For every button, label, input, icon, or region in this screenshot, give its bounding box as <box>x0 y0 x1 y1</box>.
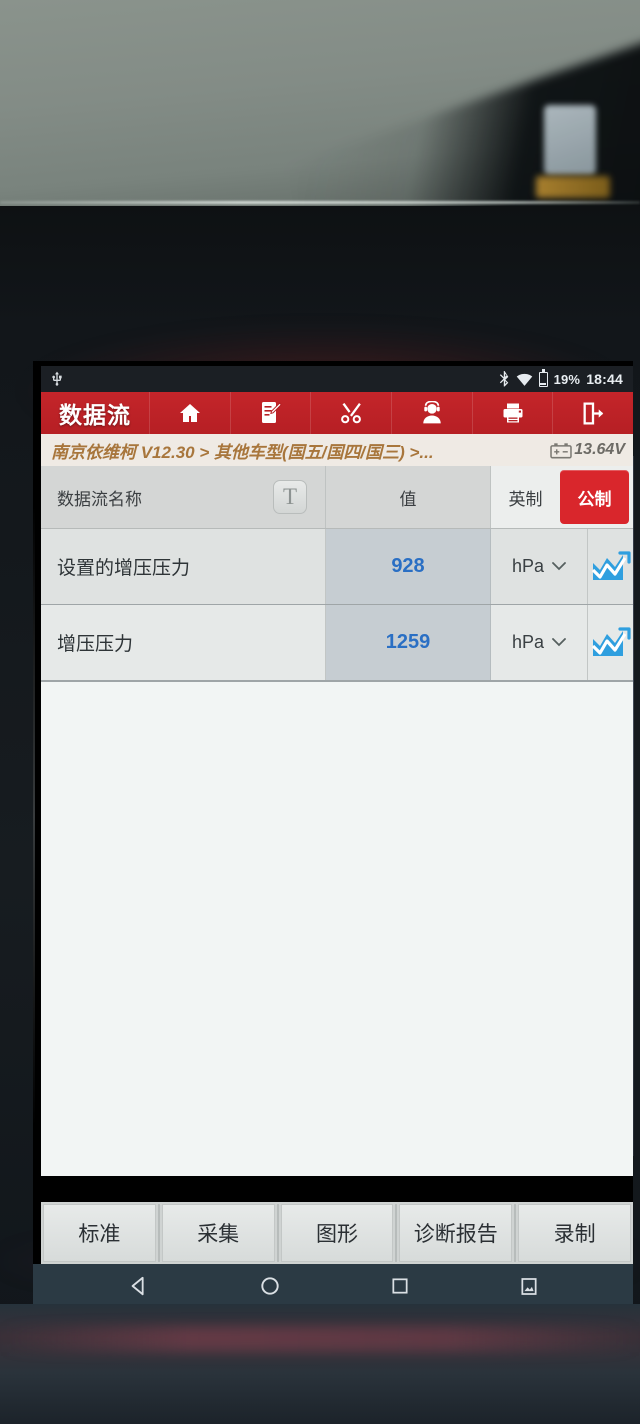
app-title-bar: 数据流 <box>41 392 633 434</box>
row-name: 增压压力 <box>41 605 326 680</box>
line-chart-icon <box>591 626 631 656</box>
home-circle-icon[interactable] <box>259 1275 281 1297</box>
device-top-edge-highlight <box>0 201 640 204</box>
row-chart-button[interactable] <box>588 529 633 604</box>
status-bar-right: 19% 18:44 <box>499 369 623 387</box>
chevron-down-icon <box>552 638 566 647</box>
standard-button[interactable]: 标准 <box>43 1204 156 1262</box>
android-nav-bar <box>33 1264 633 1308</box>
table-row[interactable]: 设置的增压压力 928 hPa <box>41 529 633 605</box>
breadcrumb-bar[interactable]: 南京依维柯 V12.30 > 其他车型(国五/国四/国三) >... 13.64… <box>41 434 633 466</box>
text-format-button[interactable]: T <box>273 480 307 514</box>
status-bar-clock: 18:44 <box>586 371 623 387</box>
row-value: 928 <box>326 529 491 604</box>
toolbar-divider <box>276 1204 279 1262</box>
status-bar-left <box>49 371 65 387</box>
unit-system-toggle-group: 英制 公制 <box>491 466 633 528</box>
voltage-indicator: 13.64V <box>550 441 625 459</box>
toolbar-divider <box>395 1204 398 1262</box>
toolbar-divider <box>157 1204 160 1262</box>
row-unit-dropdown[interactable]: hPa <box>491 605 588 680</box>
row-unit-dropdown[interactable]: hPa <box>491 529 588 604</box>
exit-button[interactable] <box>552 392 633 434</box>
tools-icon <box>341 403 362 424</box>
printer-icon <box>503 403 523 423</box>
edit-report-icon <box>261 402 282 423</box>
header-label-name: 数据流名称 <box>57 489 142 509</box>
home-button[interactable] <box>149 392 230 434</box>
header-cell-name: 数据流名称 T <box>41 466 326 528</box>
edit-report-button[interactable] <box>229 392 311 434</box>
exit-icon <box>583 401 604 425</box>
imperial-toggle[interactable]: 英制 <box>491 466 560 528</box>
record-button[interactable]: 录制 <box>518 1204 631 1262</box>
battery-icon <box>538 369 548 387</box>
row-unit-label: hPa <box>511 556 545 576</box>
tools-button[interactable] <box>310 392 391 434</box>
metric-toggle[interactable]: 公制 <box>560 470 629 524</box>
support-agent-icon <box>423 400 441 423</box>
voltage-value: 13.64V <box>574 441 625 458</box>
recents-icon[interactable] <box>390 1276 410 1296</box>
device-lower-bezel <box>0 1304 640 1424</box>
car-battery-icon <box>550 442 573 458</box>
breadcrumb: 南京依维柯 V12.30 > 其他车型(国五/国四/国三) >... <box>51 442 434 462</box>
diagnostic-report-button[interactable]: 诊断报告 <box>399 1204 513 1262</box>
app-title: 数据流 <box>59 402 131 428</box>
toolbar-divider <box>514 1204 517 1262</box>
row-unit-label: hPa <box>511 632 545 652</box>
chevron-down-icon <box>552 562 566 571</box>
bottom-toolbar: 标准 采集 图形 诊断报告 录制 <box>41 1202 633 1264</box>
row-name: 设置的增压压力 <box>41 529 326 604</box>
back-icon[interactable] <box>128 1275 150 1297</box>
header-cell-value: 值 <box>326 466 491 528</box>
background-object-amber <box>536 176 610 198</box>
graph-button[interactable]: 图形 <box>280 1204 394 1262</box>
empty-list-area <box>41 681 633 1176</box>
android-status-bar: 19% 18:44 <box>41 366 633 392</box>
capture-button[interactable]: 采集 <box>161 1204 275 1262</box>
table-header-row: 数据流名称 T 值 英制 公制 <box>41 466 633 529</box>
print-button[interactable] <box>471 392 553 434</box>
left-bezel-highlight <box>33 506 35 1126</box>
home-icon <box>179 404 200 422</box>
bluetooth-icon <box>499 371 508 387</box>
table-row[interactable]: 增压压力 1259 hPa <box>41 605 633 681</box>
background-object-pale <box>544 105 596 175</box>
photo-background <box>0 0 640 210</box>
screenshot-icon[interactable] <box>519 1276 539 1297</box>
support-agent-button[interactable] <box>391 392 472 434</box>
wifi-icon <box>516 373 532 386</box>
row-value: 1259 <box>326 605 491 680</box>
line-chart-icon <box>591 550 631 580</box>
usb-icon <box>52 371 62 386</box>
tablet-device: 19% 18:44 数据流 南京依维柯 V12.30 > 其他车型(国五/国四/… <box>0 206 640 1424</box>
row-chart-button[interactable] <box>588 605 633 680</box>
battery-percent: 19% <box>553 371 581 387</box>
